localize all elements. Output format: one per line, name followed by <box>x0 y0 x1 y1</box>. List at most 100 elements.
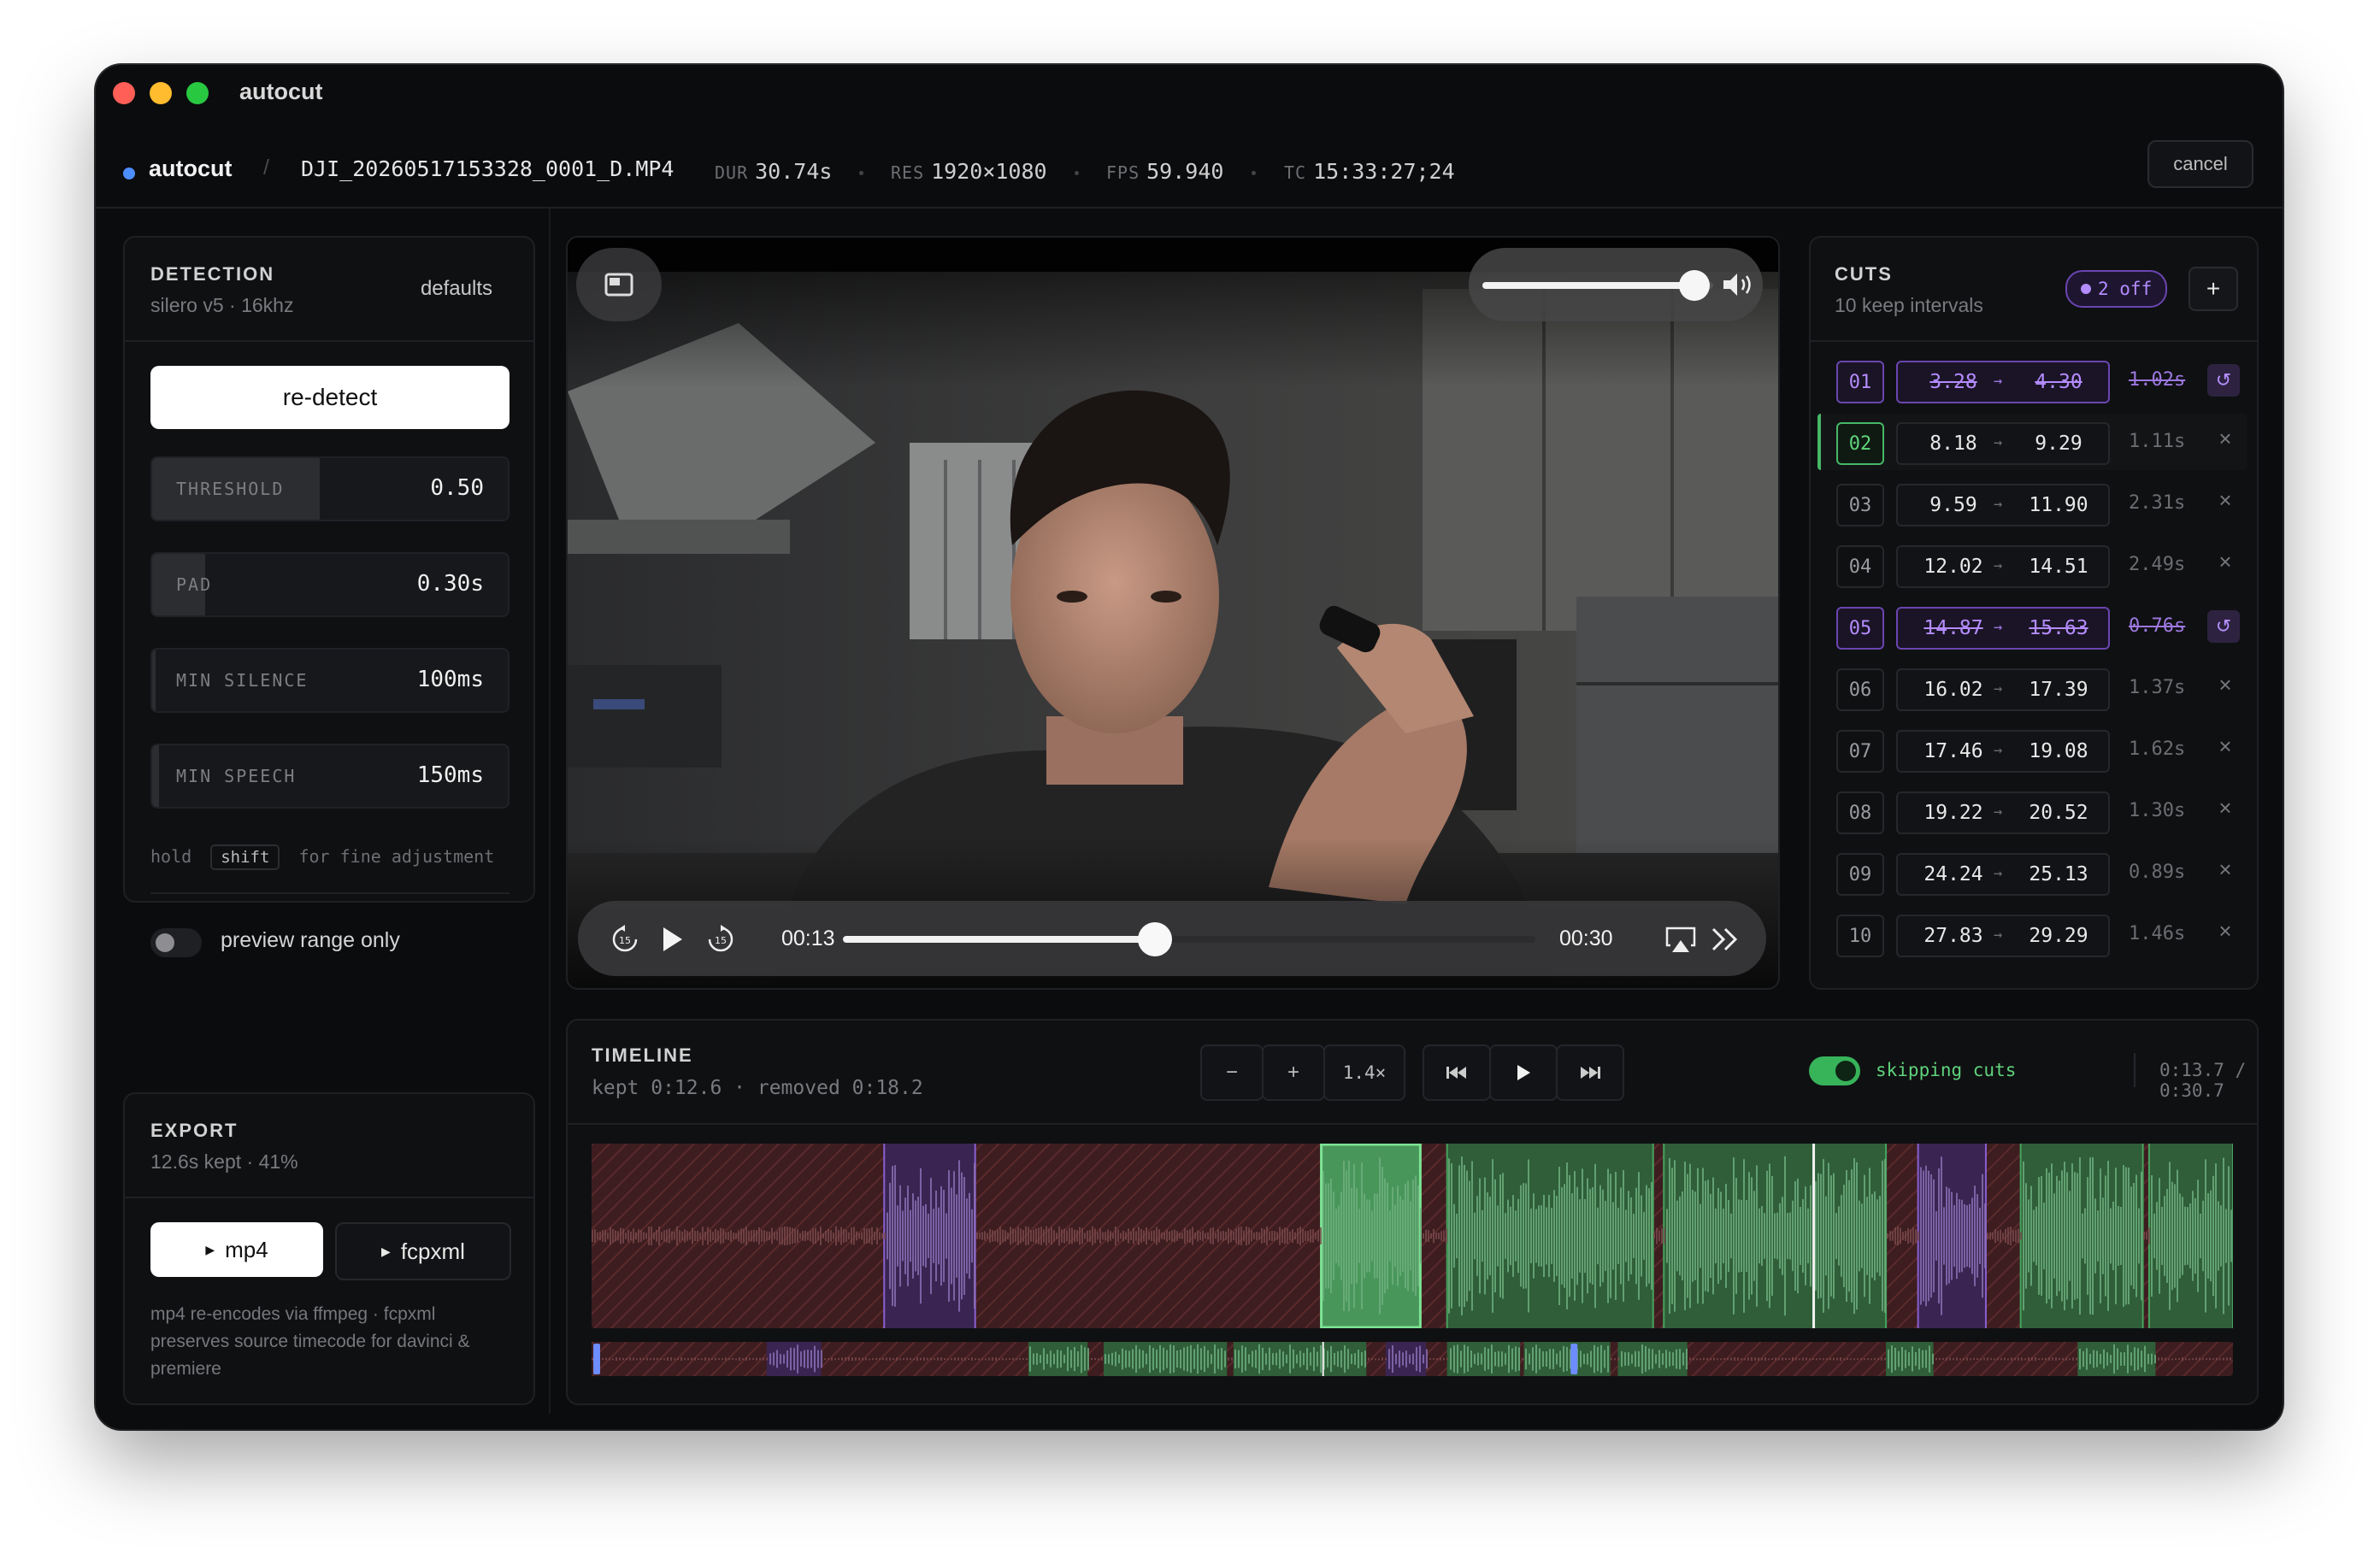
remove-cut-button[interactable]: × <box>2212 426 2238 452</box>
waveform-bar <box>2168 1358 2170 1361</box>
cut-row[interactable]: 02 8.18 → 9.29 1.11s × <box>1817 414 2248 470</box>
cut-row[interactable]: 05 14.87 → 15.63 0.76s ↺ <box>1821 603 2248 653</box>
minimize-window-button[interactable] <box>150 82 172 104</box>
remove-cut-button[interactable]: × <box>2212 795 2238 821</box>
cut-range[interactable]: 8.18 → 9.29 <box>1896 422 2110 465</box>
remove-cut-button[interactable]: × <box>2212 549 2238 575</box>
close-window-button[interactable] <box>113 82 135 104</box>
cut-row[interactable]: 03 9.59 → 11.90 2.31s × <box>1821 480 2248 530</box>
cut-row[interactable]: 09 24.24 → 25.13 0.89s × <box>1821 850 2248 899</box>
zoom-out-button[interactable]: − <box>1200 1044 1264 1101</box>
re-detect-button[interactable]: re-detect <box>150 366 510 429</box>
viewport-handle[interactable] <box>1570 1344 1578 1374</box>
cut-number: 06 <box>1836 668 1884 711</box>
cut-row[interactable]: 04 12.02 → 14.51 2.49s × <box>1821 542 2248 591</box>
airplay-icon[interactable] <box>1665 925 1696 954</box>
cut-range[interactable]: 27.83 → 29.29 <box>1896 915 2110 957</box>
waveform-bar <box>1166 1229 1168 1243</box>
pip-button[interactable] <box>576 248 662 321</box>
waveform-bar <box>1604 1350 1605 1368</box>
waveform-bar <box>1356 1188 1358 1284</box>
waveform-bar <box>1015 1229 1016 1243</box>
export-mp4-button[interactable]: ▶ mp4 <box>150 1222 323 1277</box>
waveform-bar <box>669 1228 670 1244</box>
waveform-bar <box>1156 1227 1158 1245</box>
remove-cut-button[interactable]: × <box>2212 918 2238 944</box>
cut-row[interactable]: 06 16.02 → 17.39 1.37s × <box>1821 665 2248 715</box>
window-title: autocut <box>239 79 323 104</box>
waveform-bar <box>1428 1230 1429 1242</box>
zoom-window-button[interactable] <box>186 82 209 104</box>
play-icon[interactable] <box>660 925 686 954</box>
cut-duration: 1.37s <box>2129 677 2186 698</box>
waveform-bar <box>1881 1357 1882 1361</box>
rewind-15-icon[interactable]: 15 <box>610 925 639 954</box>
waveform-bar <box>1246 1227 1247 1245</box>
remove-cut-button[interactable]: × <box>2212 733 2238 760</box>
remove-cut-button[interactable]: × <box>2212 487 2238 514</box>
cut-end: 9.29 <box>2035 432 2082 455</box>
export-fcpxml-button[interactable]: ▶ fcpxml <box>335 1222 511 1280</box>
cut-range[interactable]: 12.02 → 14.51 <box>1896 545 2110 588</box>
waveform-bar <box>1060 1350 1062 1368</box>
waveform-bar <box>966 1198 968 1274</box>
volume-track[interactable] <box>1482 270 1713 301</box>
waveform-bar <box>597 1232 598 1240</box>
cancel-button[interactable]: cancel <box>2147 140 2253 188</box>
cut-row[interactable]: 10 27.83 → 29.29 1.46s × <box>1821 911 2248 961</box>
cut-row[interactable]: 01 3.28 → 4.30 1.02s ↺ <box>1821 357 2248 407</box>
forward-15-icon[interactable]: 15 <box>706 925 735 954</box>
waveform-bar <box>1105 1232 1106 1240</box>
preview-range-toggle[interactable] <box>150 928 202 957</box>
waveform-bar <box>2002 1232 2004 1239</box>
skip-start-button[interactable] <box>1423 1044 1491 1101</box>
zoom-level[interactable]: 1.4× <box>1323 1044 1405 1101</box>
waveform-bar <box>1655 1354 1657 1364</box>
volume-knob[interactable] <box>1679 270 1711 301</box>
remove-cut-button[interactable]: × <box>2212 672 2238 698</box>
waveform-bar <box>674 1358 675 1361</box>
add-cut-button[interactable]: + <box>2189 267 2238 311</box>
cut-row[interactable]: 07 17.46 → 19.08 1.62s × <box>1821 727 2248 776</box>
restore-cut-button[interactable]: ↺ <box>2207 610 2240 643</box>
min-silence-slider[interactable]: MIN SILENCE 100ms <box>150 648 510 713</box>
seek-knob[interactable] <box>1137 922 1172 956</box>
waveform-bar <box>1183 1347 1185 1371</box>
off-count-badge[interactable]: 2 off <box>2065 270 2168 308</box>
cut-range[interactable]: 3.28 → 4.30 <box>1896 361 2110 403</box>
cut-range[interactable]: 19.22 → 20.52 <box>1896 791 2110 834</box>
cut-range[interactable]: 17.46 → 19.08 <box>1896 730 2110 773</box>
pad-slider[interactable]: PAD 0.30s <box>150 552 510 617</box>
min-speech-slider[interactable]: MIN SPEECH 150ms <box>150 744 510 809</box>
skip-end-button[interactable] <box>1556 1044 1624 1101</box>
waveform-bar <box>1946 1357 1947 1361</box>
timeline-track[interactable] <box>592 1144 2233 1328</box>
cut-range[interactable]: 16.02 → 17.39 <box>1896 668 2110 711</box>
timeline-overview[interactable] <box>592 1342 2233 1376</box>
waveform-bar <box>1279 1227 1281 1245</box>
cut-range[interactable]: 24.24 → 25.13 <box>1896 853 2110 896</box>
video-player[interactable]: 15 15 00:13 00:30 <box>566 236 1780 990</box>
skipping-cuts-toggle[interactable] <box>1809 1056 1860 1085</box>
seek-bar[interactable] <box>843 922 1535 956</box>
waveform-bar <box>1525 1183 1527 1289</box>
timeline-play-button[interactable] <box>1489 1044 1558 1101</box>
double-chevron-icon[interactable] <box>1710 927 1739 952</box>
defaults-button[interactable]: defaults <box>421 277 492 301</box>
restore-cut-button[interactable]: ↺ <box>2207 364 2240 397</box>
cut-range[interactable]: 9.59 → 11.90 <box>1896 484 2110 527</box>
panel-divider <box>125 1197 533 1198</box>
waveform-bar <box>1243 1230 1245 1242</box>
remove-cut-button[interactable]: × <box>2212 856 2238 883</box>
threshold-slider[interactable]: THRESHOLD 0.50 <box>150 456 510 521</box>
waveform-bar <box>1369 1199 1370 1273</box>
viewport-handle[interactable] <box>593 1344 600 1374</box>
waveform-bar <box>676 1226 678 1246</box>
zoom-in-button[interactable]: + <box>1262 1044 1325 1101</box>
waveform-bar <box>1040 1355 1041 1363</box>
cut-range[interactable]: 14.87 → 15.63 <box>1896 607 2110 650</box>
waveform-bar <box>2105 1175 2106 1297</box>
cut-row[interactable]: 08 19.22 → 20.52 1.30s × <box>1821 788 2248 838</box>
volume-control[interactable] <box>1469 248 1763 321</box>
waveform-bar <box>1579 1199 1581 1273</box>
